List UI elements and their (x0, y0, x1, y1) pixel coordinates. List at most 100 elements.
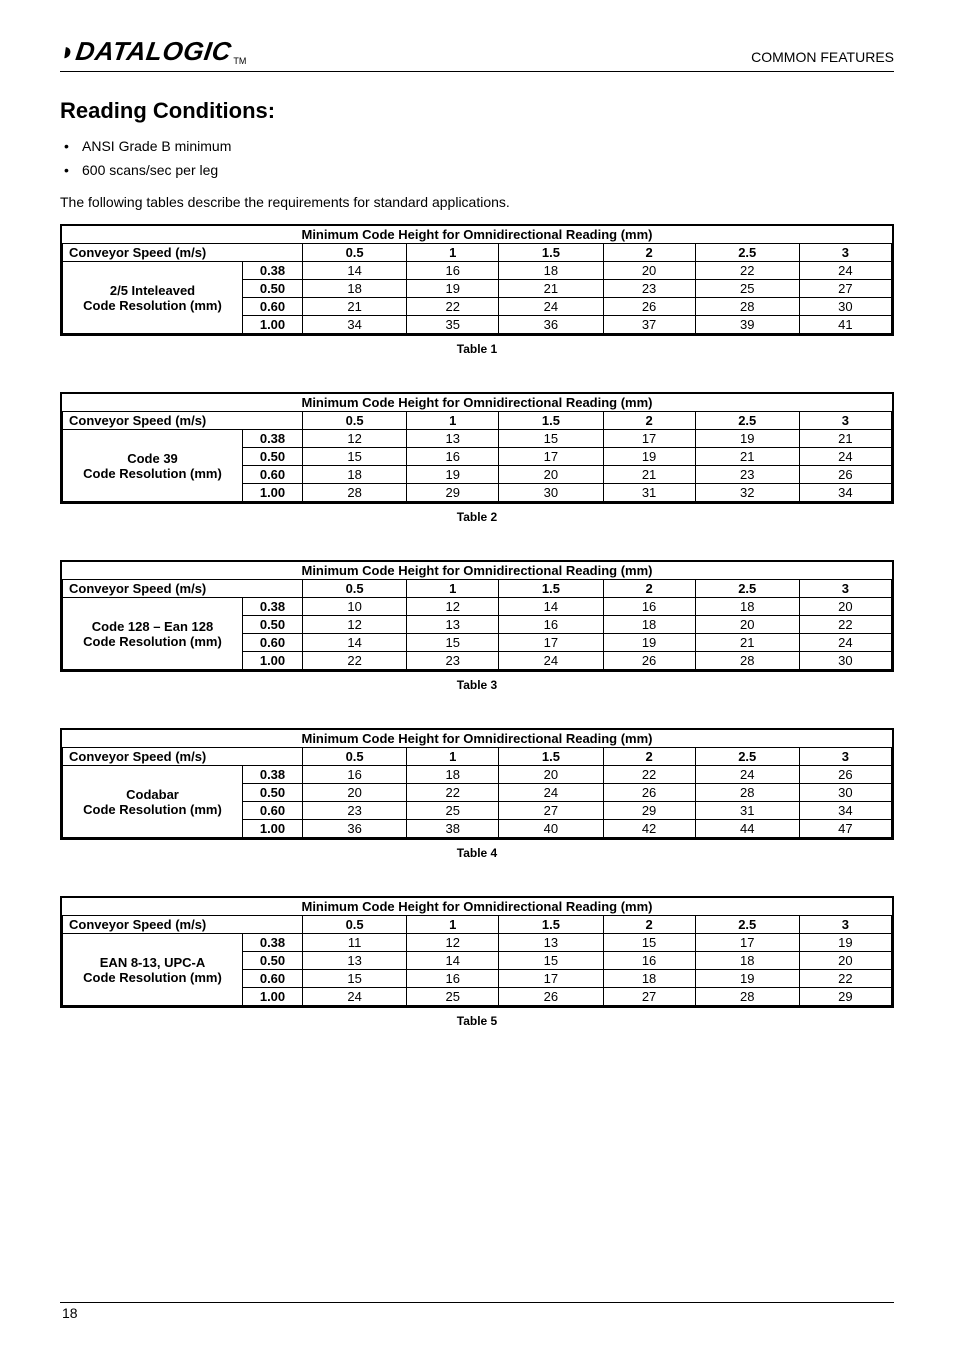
height-value: 40 (499, 820, 603, 838)
height-value: 17 (499, 634, 603, 652)
code-type-label: Code 128 – Ean 128Code Resolution (mm) (63, 598, 243, 670)
height-value: 24 (499, 652, 603, 670)
height-value: 22 (603, 766, 695, 784)
height-value: 16 (603, 952, 695, 970)
height-value: 22 (303, 652, 407, 670)
height-value: 21 (799, 430, 891, 448)
speed-header: 0.5 (303, 244, 407, 262)
height-value: 24 (799, 448, 891, 466)
height-value: 21 (695, 634, 799, 652)
table-title: Minimum Code Height for Omnidirectional … (63, 226, 892, 244)
height-value: 19 (603, 634, 695, 652)
speed-header: 1.5 (499, 244, 603, 262)
height-value: 20 (799, 598, 891, 616)
speed-header: 1.5 (499, 412, 603, 430)
resolution-value: 0.38 (243, 766, 303, 784)
height-value: 17 (499, 448, 603, 466)
table-title: Minimum Code Height for Omnidirectional … (63, 730, 892, 748)
height-value: 31 (695, 802, 799, 820)
resolution-value: 0.38 (243, 934, 303, 952)
height-value: 26 (799, 766, 891, 784)
code-type-name: 2/5 Inteleaved (69, 283, 236, 298)
conveyor-speed-label: Conveyor Speed (m/s) (63, 244, 303, 262)
height-value: 13 (407, 616, 499, 634)
height-value: 44 (695, 820, 799, 838)
height-value: 28 (695, 298, 799, 316)
resolution-value: 1.00 (243, 316, 303, 334)
speed-header: 1.5 (499, 580, 603, 598)
height-value: 13 (407, 430, 499, 448)
speed-header: 0.5 (303, 412, 407, 430)
height-value: 39 (695, 316, 799, 334)
height-value: 20 (799, 952, 891, 970)
height-value: 18 (695, 952, 799, 970)
speed-header: 0.5 (303, 580, 407, 598)
conveyor-speed-label: Conveyor Speed (m/s) (63, 412, 303, 430)
height-value: 23 (695, 466, 799, 484)
height-value: 34 (799, 802, 891, 820)
height-value: 20 (499, 466, 603, 484)
speed-header: 3 (799, 412, 891, 430)
speed-header: 2.5 (695, 244, 799, 262)
resolution-value: 1.00 (243, 820, 303, 838)
speed-header: 3 (799, 748, 891, 766)
resolution-value: 0.38 (243, 598, 303, 616)
brand-logo: ◗DATALOGICTM (60, 36, 246, 67)
speed-header: 2 (603, 244, 695, 262)
height-value: 28 (695, 784, 799, 802)
height-value: 26 (499, 988, 603, 1006)
height-value: 18 (499, 262, 603, 280)
speed-header: 1 (407, 412, 499, 430)
speed-header: 2 (603, 748, 695, 766)
code-type-name: EAN 8-13, UPC-A (69, 955, 236, 970)
height-value: 20 (603, 262, 695, 280)
speed-header: 0.5 (303, 748, 407, 766)
height-value: 35 (407, 316, 499, 334)
height-value: 37 (603, 316, 695, 334)
intro-text: The following tables describe the requir… (60, 194, 894, 210)
height-value: 22 (799, 616, 891, 634)
height-value: 21 (695, 448, 799, 466)
spec-table: Minimum Code Height for Omnidirectional … (60, 560, 894, 672)
height-value: 30 (799, 784, 891, 802)
code-type-label: Code 39Code Resolution (mm) (63, 430, 243, 502)
height-value: 14 (303, 634, 407, 652)
table-title: Minimum Code Height for Omnidirectional … (63, 394, 892, 412)
height-value: 15 (499, 952, 603, 970)
table-row: Code 128 – Ean 128Code Resolution (mm)0.… (63, 598, 892, 616)
height-value: 15 (303, 448, 407, 466)
height-value: 18 (303, 466, 407, 484)
height-value: 23 (303, 802, 407, 820)
height-value: 23 (407, 652, 499, 670)
speed-header: 3 (799, 580, 891, 598)
height-value: 12 (407, 934, 499, 952)
height-value: 24 (499, 784, 603, 802)
list-item: 600 scans/sec per leg (82, 162, 894, 178)
resolution-value: 0.38 (243, 262, 303, 280)
table-caption: Table 4 (60, 846, 894, 860)
height-value: 22 (407, 784, 499, 802)
height-value: 14 (407, 952, 499, 970)
speed-header: 1 (407, 916, 499, 934)
height-value: 16 (407, 262, 499, 280)
code-resolution-label: Code Resolution (mm) (69, 466, 236, 481)
height-value: 34 (799, 484, 891, 502)
table-row: Code 39Code Resolution (mm)0.38121315171… (63, 430, 892, 448)
footer-divider (60, 1302, 894, 1303)
table-caption: Table 2 (60, 510, 894, 524)
height-value: 14 (499, 598, 603, 616)
height-value: 18 (695, 598, 799, 616)
speed-header: 3 (799, 244, 891, 262)
spec-table: Minimum Code Height for Omnidirectional … (60, 896, 894, 1008)
speed-header: 2.5 (695, 412, 799, 430)
speed-header: 2 (603, 412, 695, 430)
table-row: 2/5 InteleavedCode Resolution (mm)0.3814… (63, 262, 892, 280)
height-value: 30 (799, 652, 891, 670)
height-value: 15 (407, 634, 499, 652)
height-value: 22 (799, 970, 891, 988)
resolution-value: 1.00 (243, 652, 303, 670)
code-resolution-label: Code Resolution (mm) (69, 634, 236, 649)
conveyor-speed-label: Conveyor Speed (m/s) (63, 916, 303, 934)
resolution-value: 0.50 (243, 952, 303, 970)
height-value: 19 (407, 280, 499, 298)
